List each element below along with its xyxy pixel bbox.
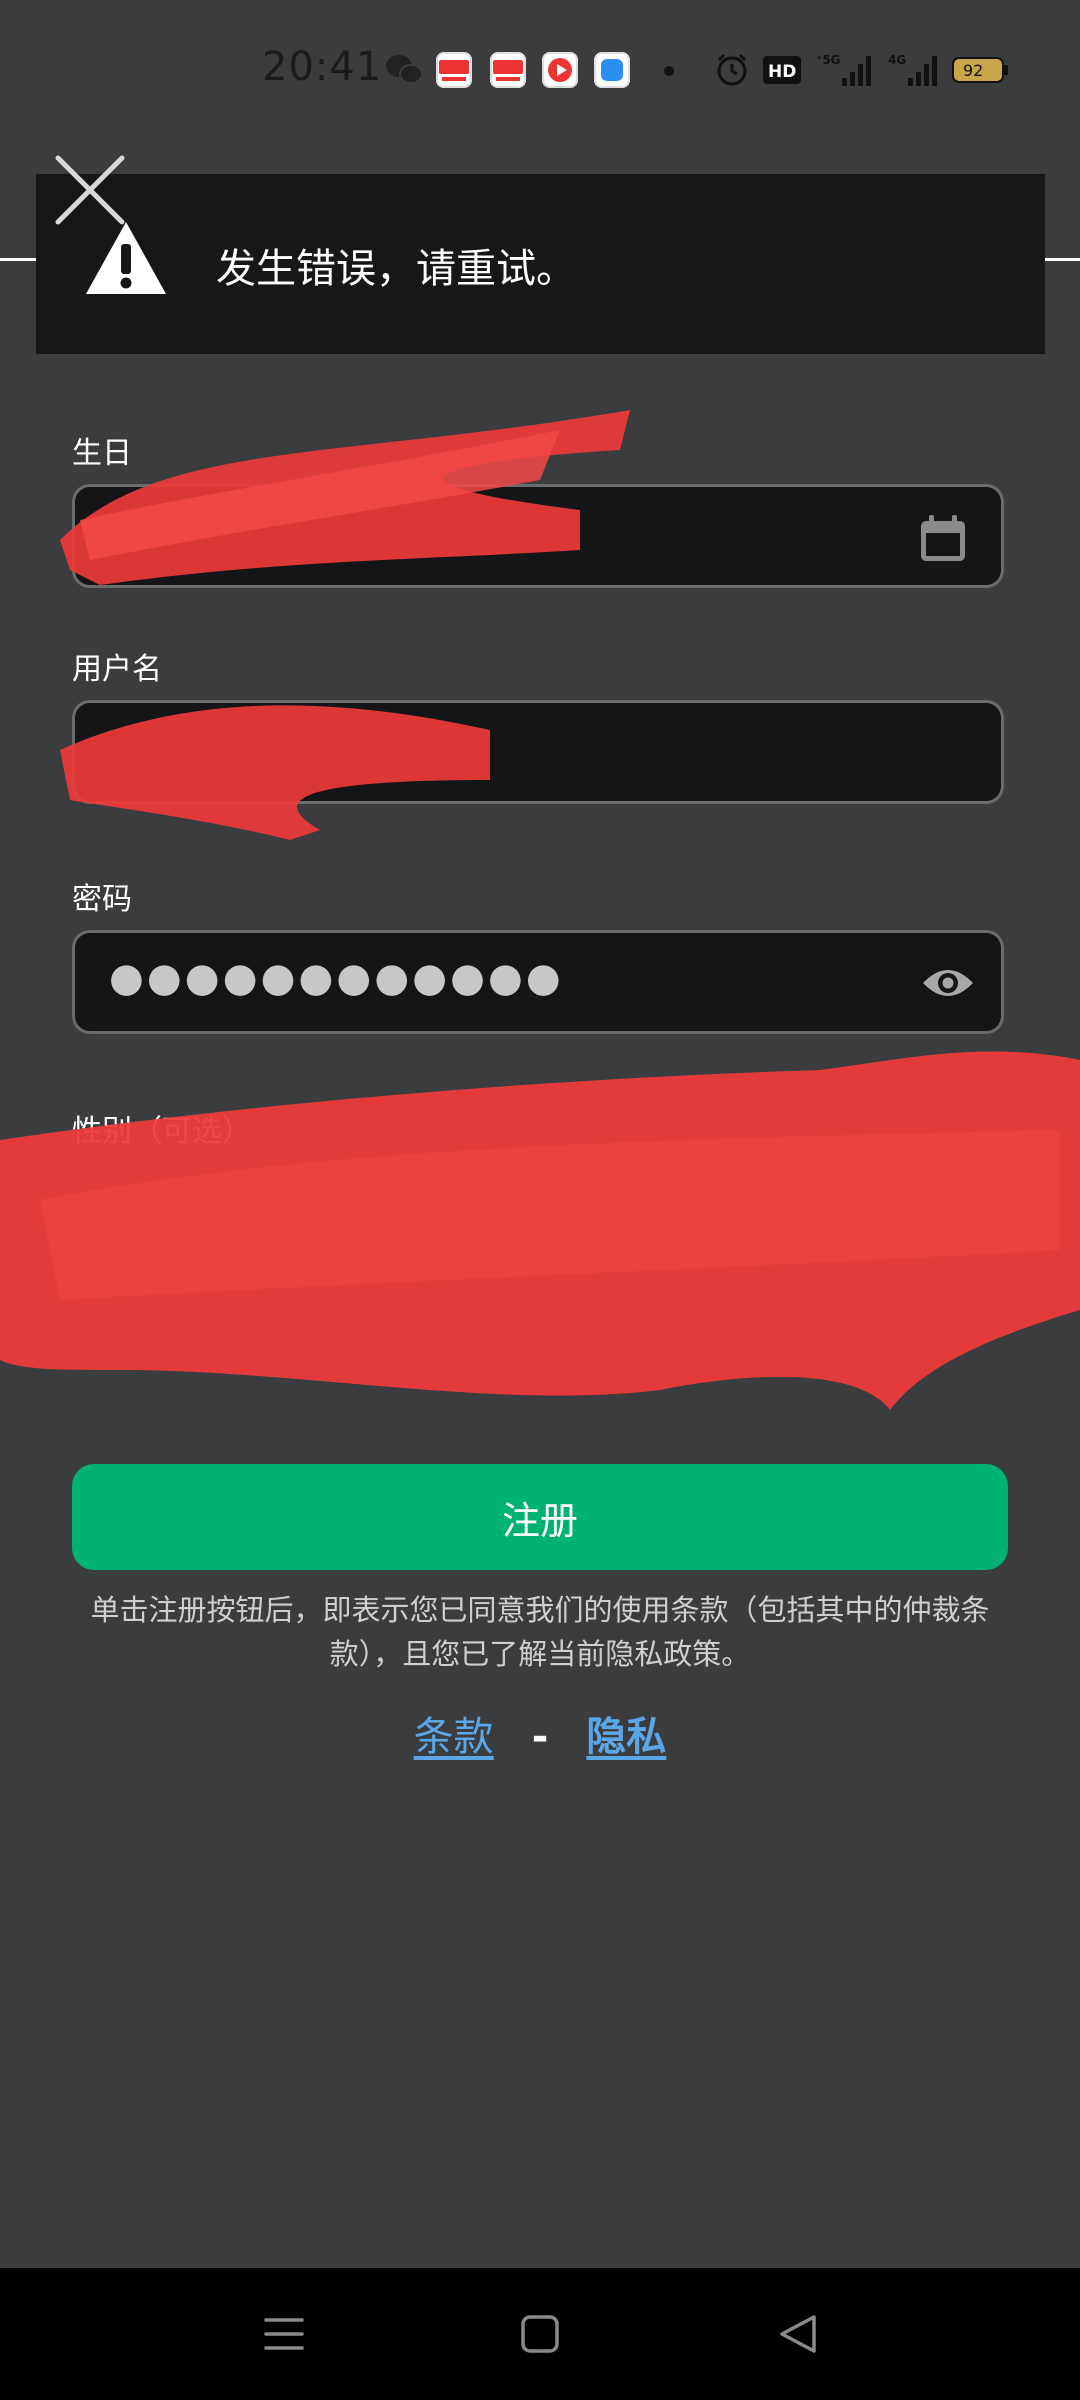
dot-indicator bbox=[664, 66, 674, 76]
redaction-gender bbox=[0, 1051, 1080, 1410]
error-message: 发生错误，请重试。 bbox=[216, 246, 576, 292]
alarm-icon bbox=[717, 53, 747, 86]
links-separator: - bbox=[531, 1714, 549, 1760]
close-icon[interactable] bbox=[52, 152, 128, 228]
error-toast: 发生错误，请重试。 bbox=[36, 174, 1045, 354]
hd-icon: HD bbox=[763, 56, 801, 84]
back-icon[interactable] bbox=[776, 2312, 820, 2356]
svg-text:HD: HD bbox=[768, 62, 796, 82]
video-app-icon bbox=[542, 52, 578, 88]
home-icon[interactable] bbox=[518, 2312, 562, 2356]
navigation-bar bbox=[0, 2268, 1080, 2400]
calendar-icon[interactable] bbox=[917, 513, 969, 565]
4g-signal-icon: 4G bbox=[888, 53, 937, 86]
warning-icon bbox=[86, 222, 166, 294]
toutiao-icon bbox=[436, 52, 472, 88]
5g-signal-icon: ⁺5G bbox=[816, 53, 871, 86]
status-bar: 20:41 HD ⁺5G 4G 92 bbox=[0, 0, 1080, 150]
svg-text:4G: 4G bbox=[888, 53, 906, 67]
privacy-link[interactable]: 隐私 bbox=[586, 1714, 666, 1760]
menu-icon[interactable] bbox=[262, 2312, 306, 2356]
battery-level: 92 bbox=[963, 61, 983, 80]
password-field[interactable]: ●●●●●●●●●●●● bbox=[72, 930, 1004, 1034]
status-time: 20:41 bbox=[262, 44, 383, 90]
redaction-birthday bbox=[60, 410, 630, 585]
battery-icon: 92 bbox=[952, 57, 1008, 83]
password-label: 密码 bbox=[72, 882, 132, 917]
terms-link[interactable]: 条款 bbox=[414, 1714, 494, 1760]
register-button[interactable]: 注册 bbox=[72, 1464, 1008, 1570]
legal-links: 条款 - 隐私 bbox=[0, 1704, 1080, 1762]
redaction-username bbox=[60, 705, 490, 840]
eye-icon[interactable] bbox=[921, 963, 975, 1003]
toutiao-icon bbox=[490, 52, 526, 88]
svg-text:⁺5G: ⁺5G bbox=[816, 53, 841, 67]
legal-notice: 单击注册按钮后，即表示您已同意我们的使用条款（包括其中的仲裁条款），且您已了解当… bbox=[90, 1593, 990, 1671]
password-value: ●●●●●●●●●●●● bbox=[109, 955, 564, 1001]
blue-app-icon bbox=[594, 52, 630, 88]
wechat-icon bbox=[386, 55, 423, 84]
